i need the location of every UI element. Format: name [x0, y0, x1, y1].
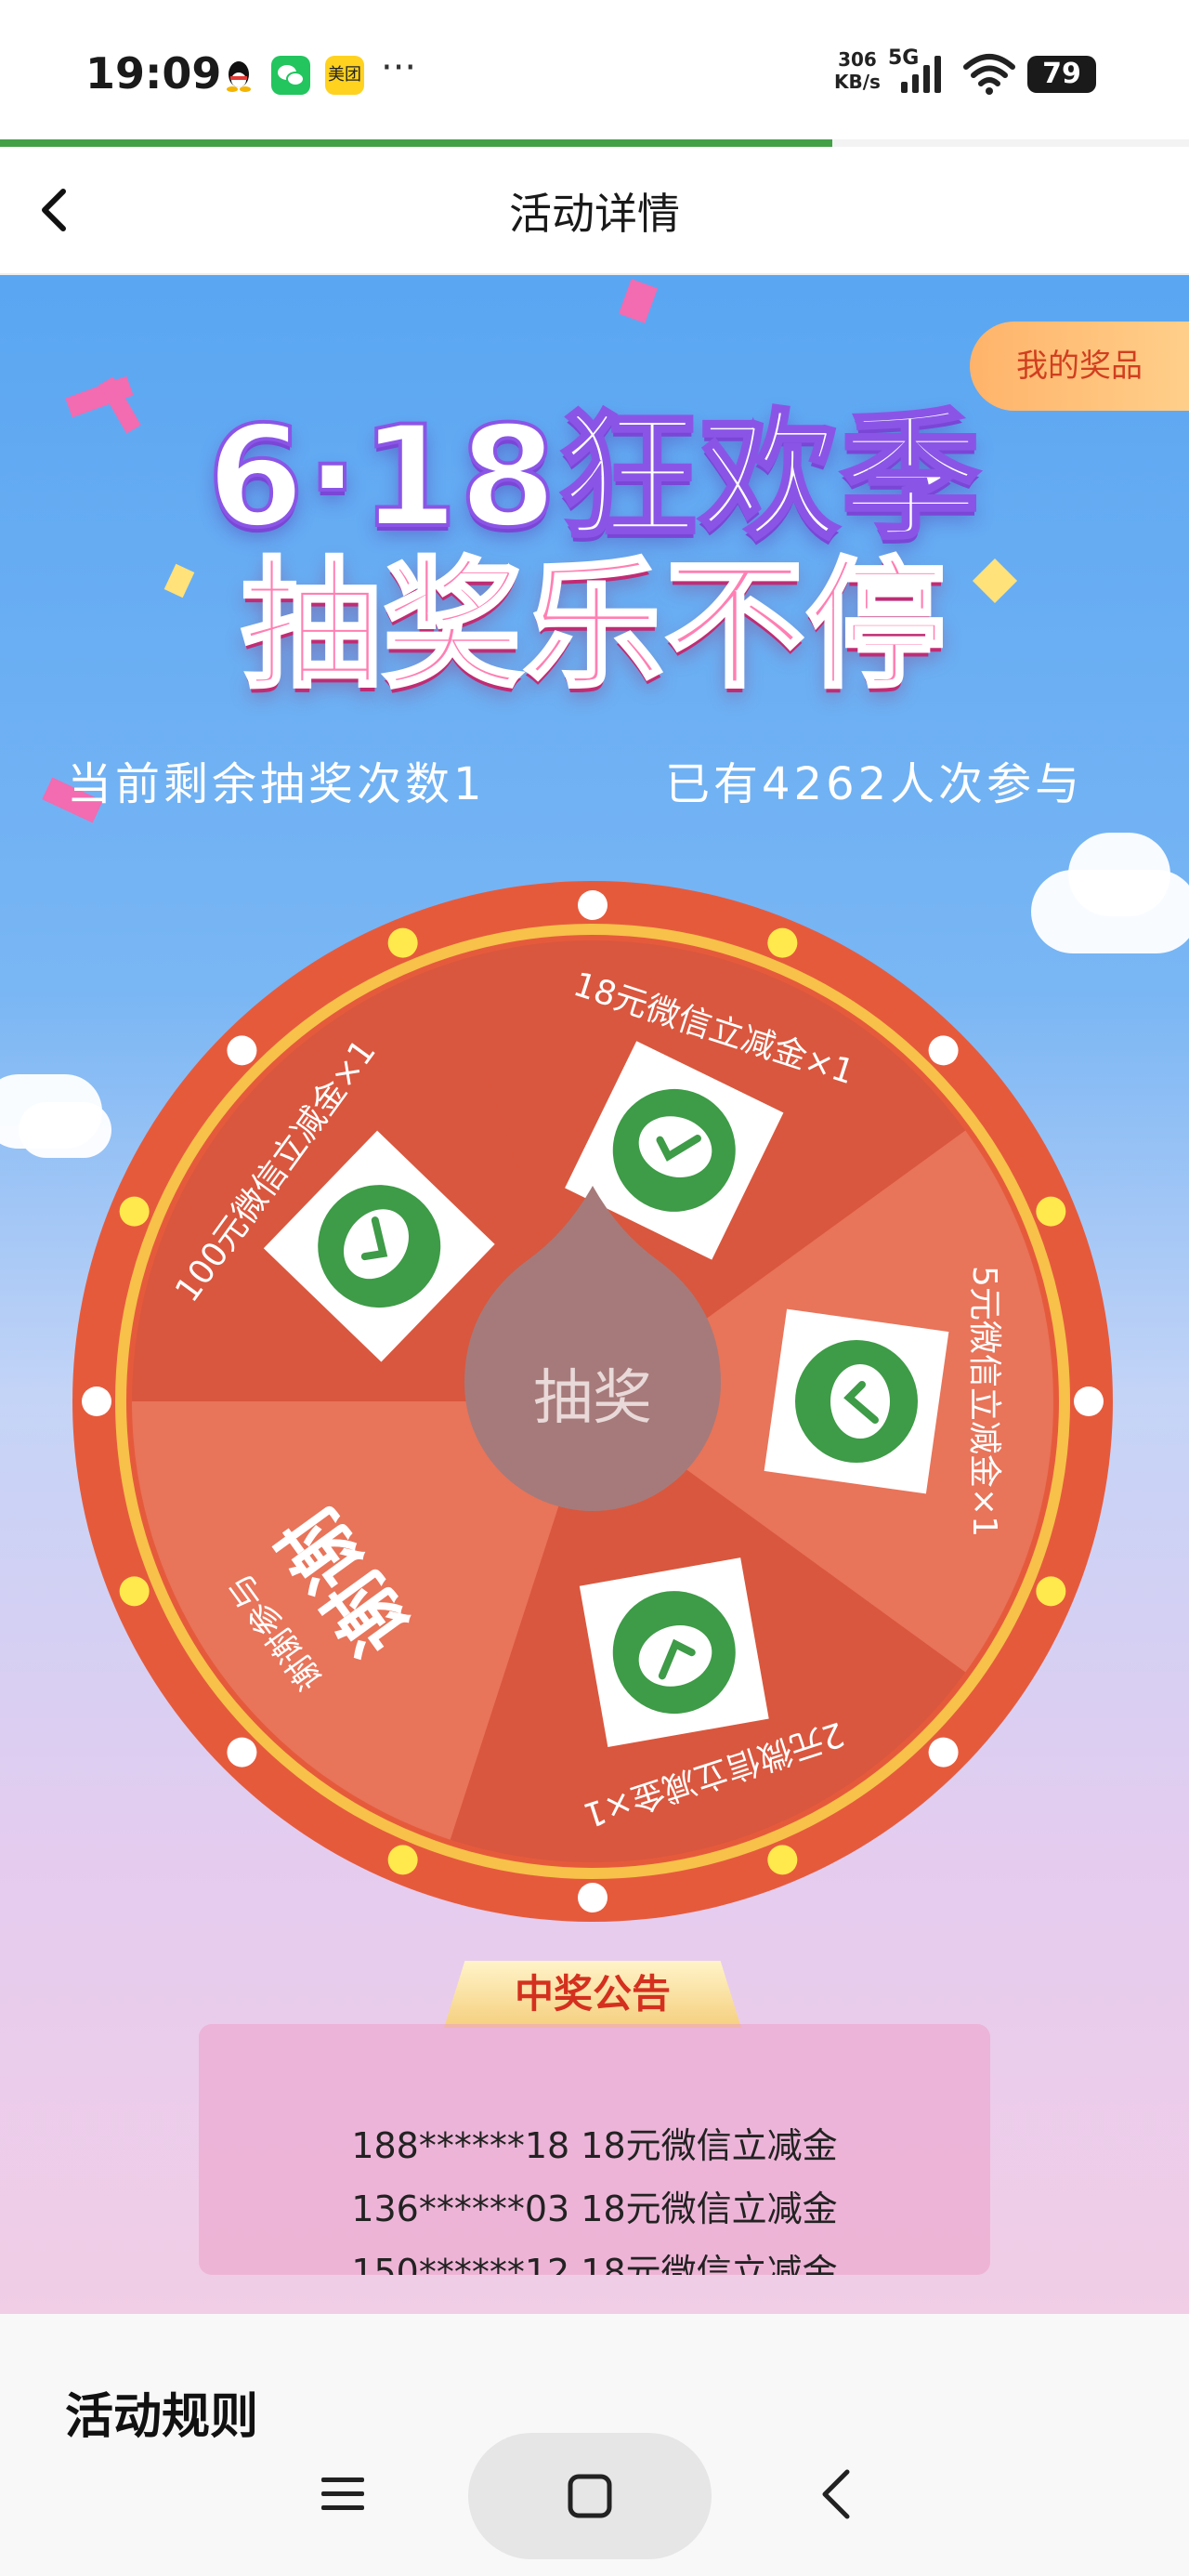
wheel-light	[928, 1035, 959, 1066]
wheel-light	[119, 1196, 150, 1227]
winners-announcement-title: 中奖公告	[444, 1961, 741, 2028]
remaining-draws: 当前剩余抽奖次数1	[67, 758, 486, 810]
page-load-progress	[0, 139, 1189, 147]
wheel-prize-label: 5元微信立减金×1	[965, 1266, 1003, 1537]
page-title: 活动详情	[509, 189, 680, 239]
more-notifications-icon: ···	[381, 46, 417, 89]
wheel-light	[767, 927, 798, 958]
wheel-light	[387, 927, 418, 958]
status-time: 19:09	[85, 48, 222, 99]
wheel-light	[1074, 1387, 1104, 1416]
back-triangle-icon[interactable]	[817, 2466, 855, 2522]
participant-count: 已有4262人次参与	[665, 758, 1084, 810]
winner-item: 150******12 18元微信立减金	[351, 2252, 838, 2275]
wheel-light	[227, 1737, 257, 1768]
wheel-light	[578, 1883, 608, 1912]
chat-bubble-icon	[830, 1364, 890, 1439]
system-navigation-bar	[0, 2412, 1189, 2576]
wifi-icon	[963, 54, 1015, 95]
wheel-light	[82, 1387, 111, 1416]
page-load-progress-fill	[0, 139, 832, 147]
activity-hero: 我的奖品 6·18狂欢季 抽奖乐不停 当前剩余抽奖次数1 已有4262人次参与 …	[0, 275, 1189, 2314]
home-button[interactable]	[468, 2433, 712, 2559]
wheel-light	[1036, 1196, 1066, 1227]
wheel-light	[767, 1845, 798, 1875]
net-speed-value: 306	[838, 48, 877, 71]
menu-icon[interactable]	[320, 2470, 366, 2517]
net-speed: 306 KB/s	[834, 48, 881, 93]
wheel-light	[1036, 1576, 1066, 1607]
home-square-icon	[568, 2474, 612, 2518]
winner-item: 136******03 18元微信立减金	[351, 2188, 838, 2229]
net-speed-unit: KB/s	[834, 71, 881, 93]
status-bar: 19:09 美团 ··· 306 KB/s 5G 79	[0, 0, 1189, 139]
wheel-light	[227, 1035, 257, 1066]
winner-item: 188******18 18元微信立减金	[351, 2125, 838, 2166]
battery-indicator: 79	[1027, 56, 1096, 93]
wechat-icon	[271, 56, 310, 95]
top-nav-bar: 活动详情	[0, 147, 1189, 275]
wheel-light	[928, 1737, 959, 1768]
wheel-light	[387, 1845, 418, 1875]
headline-lottery: 抽奖乐不停	[240, 544, 947, 709]
confetti-decoration	[619, 279, 658, 323]
wheel-light	[578, 890, 608, 920]
wheel-light	[119, 1576, 150, 1607]
draw-button-label[interactable]: 抽奖	[533, 1364, 652, 1433]
signal-icon	[901, 56, 941, 93]
winners-announcement-list: 188******18 18元微信立减金 136******03 18元微信立减…	[199, 2024, 990, 2275]
qq-icon	[219, 56, 258, 95]
prize-wheel: 18元微信立减金×15元微信立减金×12元微信立减金×1谢谢谢谢参与100元微信…	[72, 881, 1113, 1922]
meituan-icon: 美团	[325, 56, 364, 95]
